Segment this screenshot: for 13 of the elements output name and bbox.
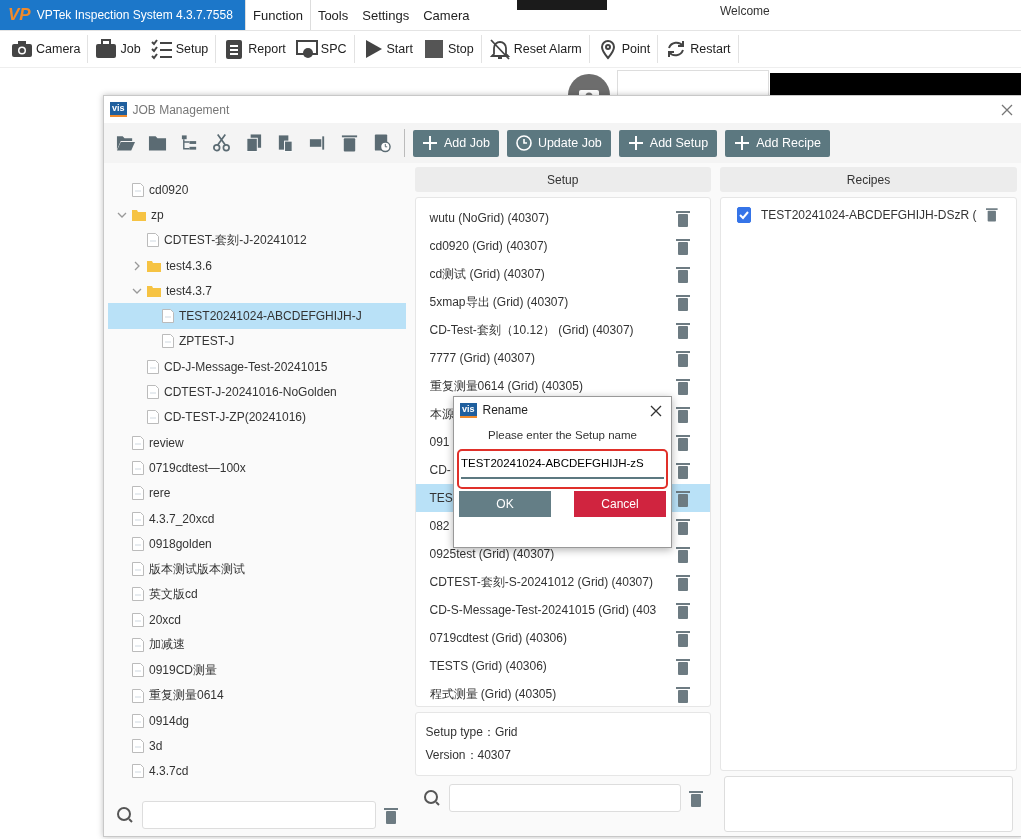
column-header: Setup xyxy=(414,167,711,192)
info-text: Version：40307 xyxy=(425,747,512,764)
app-title: VPTek Inspection System 4.3.7.7558 xyxy=(36,8,233,22)
window-title: JOB Management xyxy=(132,102,230,117)
column-header: Recipes xyxy=(720,167,1017,192)
recipe-name: TEST20241024-ABCDEFGHIJH-DSzR ( xyxy=(761,207,977,222)
info-text: Setup type：Grid xyxy=(425,724,519,741)
prompt-text: Please enter the Setup name xyxy=(487,428,638,443)
logo: VP xyxy=(8,5,31,25)
dialog-title: Rename xyxy=(482,403,528,417)
logo: vis xyxy=(110,102,127,117)
logo: vis xyxy=(460,402,477,418)
welcome-text: Welcome xyxy=(720,4,770,18)
